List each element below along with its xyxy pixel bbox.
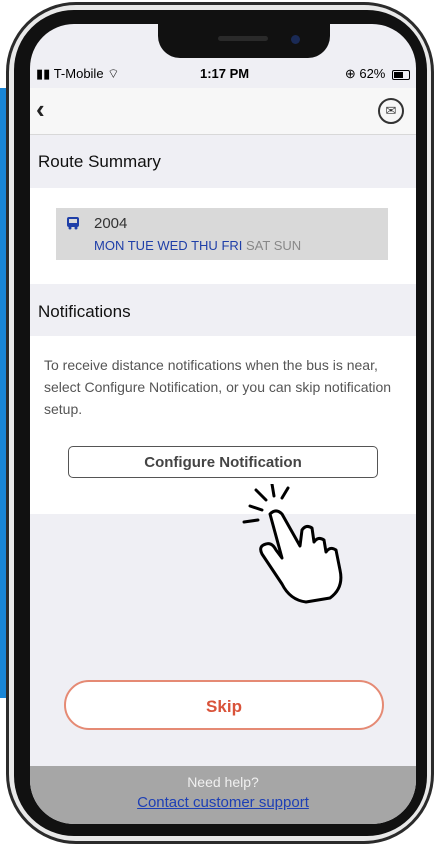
day-sun: SUN xyxy=(273,238,302,253)
route-card[interactable]: 2004 MON TUE WED THU FRI SAT SUN xyxy=(56,208,388,260)
wifi-icon: ⌔ xyxy=(107,66,120,81)
mail-icon[interactable]: ✉ xyxy=(378,98,404,124)
need-help-text: Need help? xyxy=(187,774,259,790)
day-mon: MON xyxy=(94,238,125,253)
day-fri: FRI xyxy=(221,238,243,253)
notification-description: To receive distance notifications when t… xyxy=(44,357,392,417)
battery-percent: 62% xyxy=(359,66,386,81)
status-bar: ▮▮ T-Mobile ⌔ 1:17 PM ⊕ 62% xyxy=(30,64,416,86)
day-sat: SAT xyxy=(246,238,271,253)
route-number: 2004 xyxy=(94,215,128,232)
phone-notch xyxy=(158,24,330,58)
app-screen: ▮▮ T-Mobile ⌔ 1:17 PM ⊕ 62% ‹ ✉ Route Su… xyxy=(30,24,416,824)
section-title-route-summary: Route Summary xyxy=(30,152,416,172)
nav-bar: ‹ ✉ xyxy=(30,88,416,135)
days-of-week: MON TUE WED THU FRI SAT SUN xyxy=(94,238,301,253)
skip-button[interactable]: Skip xyxy=(64,680,384,730)
section-title-notifications: Notifications xyxy=(30,302,416,322)
route-summary-title: Route Summary xyxy=(38,152,161,171)
clock: 1:17 PM xyxy=(200,66,250,81)
contact-support-link[interactable]: Contact customer support xyxy=(30,794,416,811)
day-wed: WED xyxy=(157,238,188,253)
configure-notification-button[interactable]: Configure Notification xyxy=(68,446,378,478)
speaker-grille xyxy=(218,36,268,41)
battery-status: ⊕ 62% xyxy=(345,66,410,82)
day-thu: THU xyxy=(191,238,218,253)
orientation-lock-icon: ⊕ xyxy=(344,66,356,81)
notifications-title: Notifications xyxy=(38,302,131,321)
tap-hand-icon xyxy=(242,484,343,604)
battery-icon xyxy=(392,69,410,80)
bus-icon xyxy=(67,217,79,230)
day-tue: TUE xyxy=(127,238,154,253)
help-footer: Need help? Contact customer support xyxy=(30,766,416,824)
carrier-label: ▮▮ T-Mobile ⌔ xyxy=(36,66,119,82)
front-camera xyxy=(291,35,300,44)
signal-icon: ▮▮ xyxy=(36,66,51,81)
route-summary-block: 2004 MON TUE WED THU FRI SAT SUN xyxy=(30,188,416,284)
carrier-text: T-Mobile xyxy=(53,66,104,81)
chevron-left-icon[interactable]: ‹ xyxy=(36,94,45,125)
